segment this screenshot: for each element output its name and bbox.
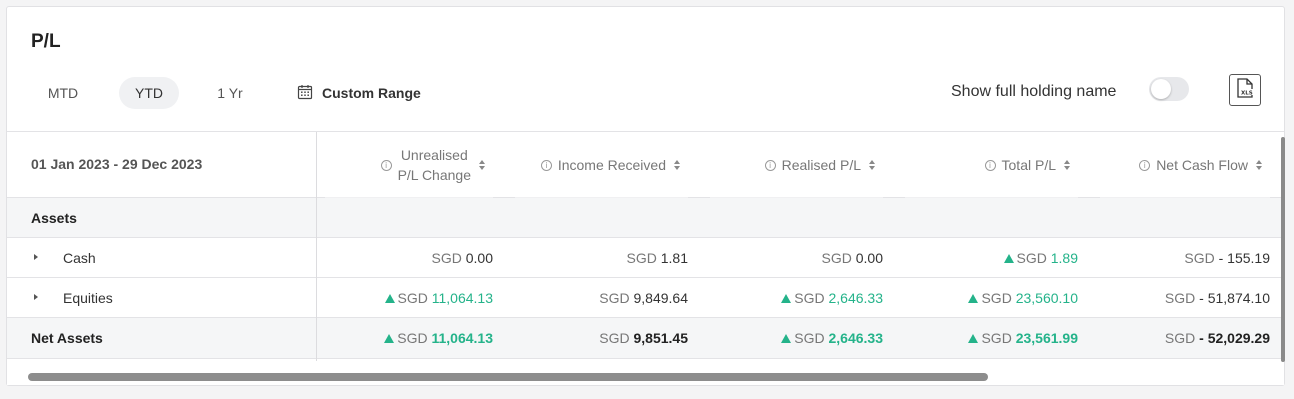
vertical-scrollbar[interactable] (1281, 137, 1285, 362)
info-icon[interactable]: i (540, 159, 552, 171)
net-total-cell: SGD 23,561.99 (897, 329, 1078, 347)
info-icon[interactable]: i (380, 159, 392, 171)
column-header-label: P/L Change (397, 167, 471, 183)
info-icon[interactable]: i (1139, 159, 1151, 171)
period-mtd-button[interactable]: MTD (33, 77, 93, 109)
pl-card: P/L MTD YTD 1 Yr Custom Range Show full … (6, 6, 1285, 386)
equities-income-cell: SGD 9,849.64 (599, 290, 688, 306)
sort-icon[interactable] (1256, 160, 1262, 170)
up-triangle-icon (384, 334, 395, 343)
period-ytd-button[interactable]: YTD (119, 77, 179, 109)
table-row: SGD 0.00 SGD 1.81 SGD 0.00 SGD 1.89 SGD … (317, 238, 1283, 278)
page-title: P/L (31, 31, 61, 52)
toggle-knob (1151, 79, 1171, 99)
toggle-label: Show full holding name (951, 83, 1117, 100)
sort-icon[interactable] (479, 160, 485, 170)
calendar-icon (297, 84, 322, 103)
table-row: SGD 11,064.13 SGD 9,851.45 SGD 2,646.33 … (317, 318, 1283, 359)
row-labels-column: 01 Jan 2023 - 29 Dec 2023 Assets Cash Eq… (7, 132, 317, 361)
info-icon[interactable]: i (764, 159, 776, 171)
up-triangle-icon (384, 294, 395, 303)
table-row[interactable]: Cash (7, 238, 316, 278)
custom-range-button[interactable]: Custom Range (297, 81, 421, 105)
date-range-header: 01 Jan 2023 - 29 Dec 2023 (7, 132, 316, 198)
column-header-realised[interactable]: i Realised P/L (702, 132, 883, 199)
column-header-label: Income Received (557, 157, 666, 173)
expand-caret-icon[interactable] (34, 294, 38, 300)
column-header-label: Realised P/L (781, 157, 861, 173)
net-realised-cell: SGD 2,646.33 (702, 329, 883, 347)
equities-realised-cell: SGD 2,646.33 (702, 289, 883, 307)
up-triangle-icon (968, 334, 979, 343)
expand-caret-icon[interactable] (34, 254, 38, 260)
up-triangle-icon (781, 334, 792, 343)
equities-total-cell: SGD 23,560.10 (897, 289, 1078, 307)
column-header-unrealised[interactable]: i Unrealised P/L Change (317, 132, 493, 199)
period-1yr-button[interactable]: 1 Yr (200, 77, 260, 109)
column-header-income[interactable]: i Income Received (507, 132, 688, 199)
table-row: Assets (7, 198, 316, 238)
date-range: 01 Jan 2023 - 29 Dec 2023 (31, 156, 203, 172)
cash-realised-cell: SGD 0.00 (821, 250, 883, 266)
net-income-cell: SGD 9,851.45 (599, 330, 688, 346)
custom-range-label: Custom Range (322, 85, 421, 101)
xls-file-icon: XLS (1236, 77, 1254, 103)
column-header-total[interactable]: i Total P/L (897, 132, 1078, 199)
cash-income-cell: SGD 1.81 (626, 250, 688, 266)
svg-text:XLS: XLS (1241, 90, 1253, 96)
cash-unrealised-cell: SGD 0.00 (431, 250, 493, 266)
pl-table: 01 Jan 2023 - 29 Dec 2023 Assets Cash Eq… (7, 131, 1284, 361)
cash-net-cash-flow-cell: SGD - 155.19 (1184, 250, 1270, 266)
export-xls-button[interactable]: XLS (1229, 74, 1261, 106)
info-icon[interactable]: i (984, 159, 996, 171)
column-header-label: Unrealised (400, 147, 468, 163)
assets-label: Assets (31, 210, 77, 226)
horizontal-scrollbar[interactable] (28, 373, 988, 381)
column-header-label: Net Cash Flow (1156, 157, 1248, 173)
sort-icon[interactable] (1064, 160, 1070, 170)
full-holding-name-toggle[interactable] (1149, 77, 1189, 101)
table-row (317, 198, 1283, 238)
column-header-label: Total P/L (1001, 157, 1056, 173)
cash-label: Cash (63, 250, 96, 266)
cash-total-cell: SGD 1.89 (897, 249, 1078, 267)
values-area: i Unrealised P/L Change i Income Received… (317, 132, 1283, 361)
equities-label: Equities (63, 290, 113, 306)
column-headers: i Unrealised P/L Change i Income Received… (317, 132, 1283, 199)
sort-icon[interactable] (674, 160, 680, 170)
column-header-net-cash-flow[interactable]: i Net Cash Flow (1092, 132, 1270, 199)
sort-icon[interactable] (869, 160, 875, 170)
equities-unrealised-cell: SGD 11,064.13 (317, 289, 493, 307)
net-net-cash-flow-cell: SGD - 52,029.29 (1164, 330, 1270, 346)
net-unrealised-cell: SGD 11,064.13 (317, 329, 493, 347)
up-triangle-icon (1003, 254, 1014, 263)
up-triangle-icon (781, 294, 792, 303)
up-triangle-icon (968, 294, 979, 303)
net-assets-label: Net Assets (31, 330, 103, 346)
table-row: SGD 11,064.13 SGD 9,849.64 SGD 2,646.33 … (317, 278, 1283, 318)
equities-net-cash-flow-cell: SGD - 51,874.10 (1164, 290, 1270, 306)
table-row[interactable]: Equities (7, 278, 316, 318)
table-row: Net Assets (7, 318, 316, 359)
